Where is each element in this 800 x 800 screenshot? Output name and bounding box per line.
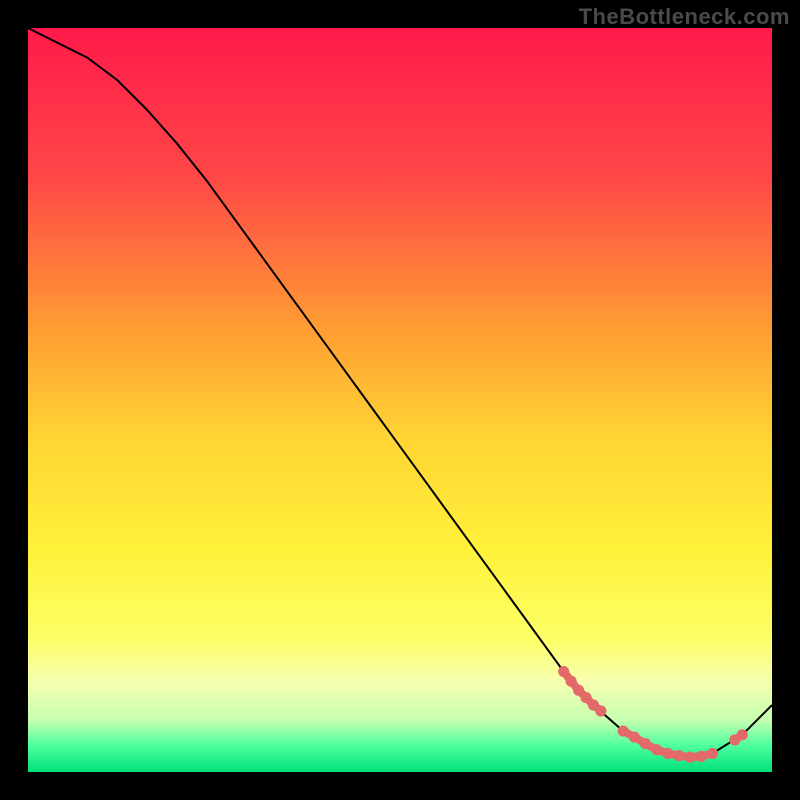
- highlight-marker: [558, 666, 569, 677]
- chart-frame: TheBottleneck.com: [0, 0, 800, 800]
- highlight-marker: [629, 731, 640, 742]
- highlight-marker: [696, 751, 707, 762]
- highlight-marker: [685, 752, 696, 763]
- highlight-marker: [662, 748, 673, 759]
- highlight-marker: [673, 750, 684, 761]
- highlight-marker: [566, 676, 577, 687]
- curve-layer: [28, 28, 772, 772]
- highlight-marker: [737, 729, 748, 740]
- highlight-marker: [707, 748, 718, 759]
- highlight-marker: [618, 726, 629, 737]
- highlight-marker: [595, 705, 606, 716]
- bottleneck-curve: [28, 28, 772, 757]
- highlight-marker: [640, 738, 651, 749]
- highlight-marker: [651, 744, 662, 755]
- watermark-text: TheBottleneck.com: [579, 4, 790, 30]
- plot-area: [28, 28, 772, 772]
